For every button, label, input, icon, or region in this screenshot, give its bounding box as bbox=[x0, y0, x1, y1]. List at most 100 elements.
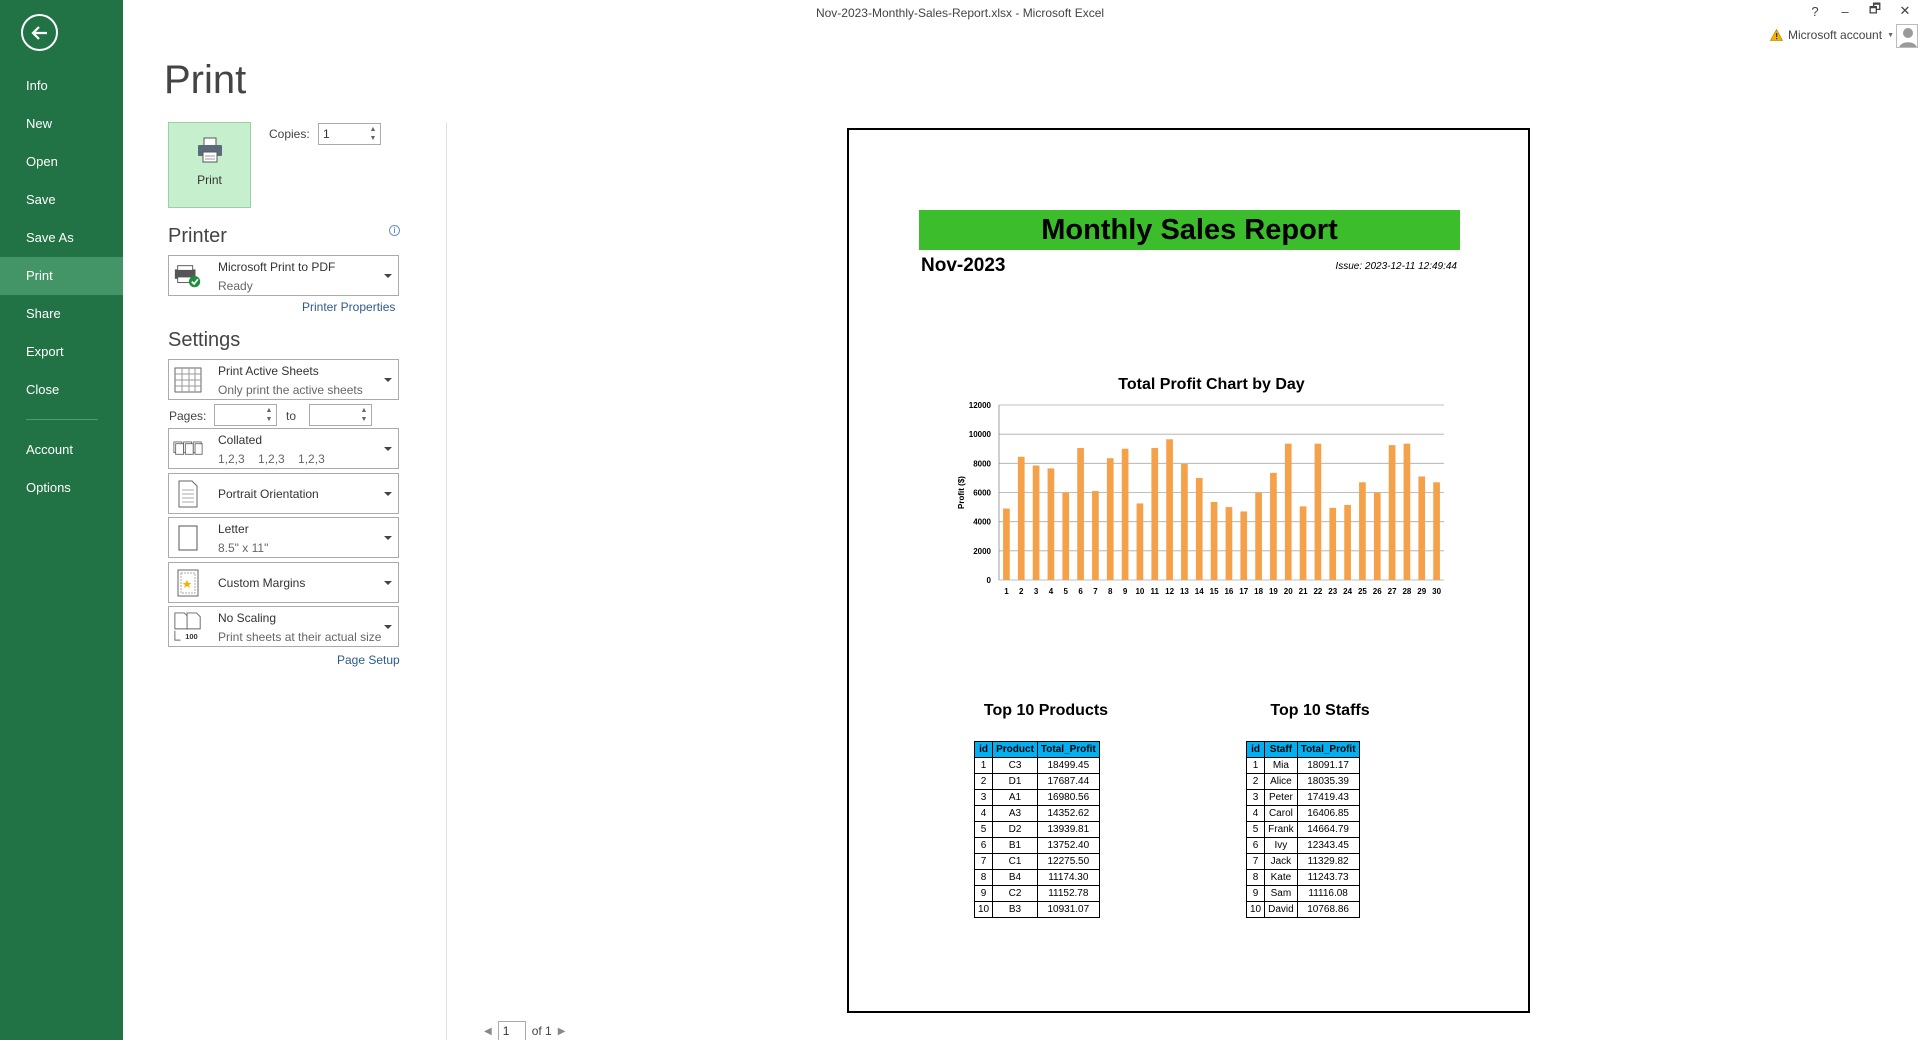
y-tick-label: 6000 bbox=[973, 489, 991, 498]
x-tick-label: 10 bbox=[1135, 587, 1144, 596]
nav-save[interactable]: Save bbox=[0, 181, 123, 219]
close-window-button[interactable]: ✕ bbox=[1890, 0, 1920, 22]
x-tick-label: 9 bbox=[1123, 587, 1128, 596]
x-tick-label: 6 bbox=[1078, 587, 1083, 596]
x-tick-label: 4 bbox=[1049, 587, 1054, 596]
report-issue-date: Issue: 2023-12-11 12:49:44 bbox=[1335, 261, 1457, 272]
table-row: 9 Sam 11116.08 bbox=[1245, 885, 1360, 902]
table-row: 4 Carol 16406.85 bbox=[1245, 805, 1360, 822]
scaling-title: No Scaling bbox=[218, 611, 277, 625]
next-page-icon[interactable]: ▶ bbox=[558, 1026, 566, 1037]
print-preview-page: Monthly Sales Report Nov-2023 Issue: 202… bbox=[847, 128, 1530, 1013]
nav-options[interactable]: Options bbox=[0, 469, 123, 507]
stepper-arrows-icon[interactable]: ▲ ▼ bbox=[366, 124, 380, 144]
copies-stepper[interactable]: 1 ▲ ▼ bbox=[318, 123, 381, 145]
pages-from-stepper[interactable]: ▲ ▼ bbox=[214, 404, 277, 426]
print-what-select[interactable]: Print Active Sheets Only print the activ… bbox=[168, 359, 399, 400]
table-row: 2 Alice 18035.39 bbox=[1245, 773, 1360, 790]
staffs-cell: 14664.79 bbox=[1296, 821, 1360, 838]
staffs-cell: Carol bbox=[1264, 805, 1298, 822]
nav-account[interactable]: Account bbox=[0, 431, 123, 469]
table-row: 7 Jack 11329.82 bbox=[1245, 853, 1360, 870]
bar bbox=[1240, 511, 1248, 580]
bar bbox=[1210, 501, 1218, 580]
margins-title: Custom Margins bbox=[218, 576, 306, 590]
x-tick-label: 23 bbox=[1328, 587, 1337, 596]
products-cell: 5 bbox=[973, 821, 994, 838]
help-button[interactable]: ? bbox=[1800, 0, 1830, 22]
pages-to-stepper[interactable]: ▲ ▼ bbox=[309, 404, 372, 426]
print-button[interactable]: Print bbox=[168, 122, 251, 208]
products-cell: 10 bbox=[973, 901, 994, 918]
x-tick-label: 5 bbox=[1064, 587, 1069, 596]
nav-new[interactable]: New bbox=[0, 105, 123, 143]
staffs-cell: Ivy bbox=[1264, 837, 1298, 854]
scaling-select[interactable]: 100 No Scaling Print sheets at their act… bbox=[168, 606, 399, 647]
products-table-title: Top 10 Products bbox=[983, 702, 1109, 719]
sheet-grid-icon bbox=[173, 365, 203, 395]
nav-share[interactable]: Share bbox=[0, 295, 123, 333]
nav-info[interactable]: Info bbox=[0, 67, 123, 105]
collate-select[interactable]: Collated 1,2,3 1,2,3 1,2,3 bbox=[168, 428, 399, 469]
x-tick-label: 24 bbox=[1343, 587, 1352, 596]
staffs-cell: 8 bbox=[1245, 869, 1266, 886]
printer-ready-icon bbox=[173, 261, 203, 291]
printer-select[interactable]: Microsoft Print to PDF Ready bbox=[168, 255, 399, 296]
products-cell: 11174.30 bbox=[1036, 869, 1100, 886]
page-setup-link[interactable]: Page Setup bbox=[337, 653, 400, 667]
bar bbox=[1181, 464, 1188, 580]
staffs-cell: 2 bbox=[1245, 773, 1266, 790]
previous-page-icon[interactable]: ◀ bbox=[484, 1026, 492, 1037]
account-menu[interactable]: Microsoft account ▼ bbox=[1770, 28, 1894, 42]
avatar[interactable] bbox=[1896, 24, 1918, 48]
nav-print[interactable]: Print bbox=[0, 257, 123, 295]
info-icon[interactable]: i bbox=[389, 225, 400, 236]
table-row: 8 B4 11174.30 bbox=[973, 869, 1100, 886]
products-header-row: id Product Total_Profit bbox=[973, 741, 1100, 758]
printer-name: Microsoft Print to PDF bbox=[218, 260, 336, 274]
y-tick-label: 12000 bbox=[969, 401, 992, 410]
nav-close[interactable]: Close bbox=[0, 371, 123, 409]
custom-margins-icon bbox=[173, 568, 203, 598]
products-cell: 7 bbox=[973, 853, 994, 870]
x-tick-label: 17 bbox=[1239, 587, 1248, 596]
paper-sub: 8.5" x 11" bbox=[218, 541, 269, 555]
print-what-title: Print Active Sheets bbox=[218, 364, 319, 378]
pages-label: Pages: bbox=[169, 409, 207, 423]
current-page-input[interactable]: 1 bbox=[497, 1021, 526, 1040]
window-controls: ? – 🗗 ✕ bbox=[1800, 0, 1920, 22]
nav-save-as[interactable]: Save As bbox=[0, 219, 123, 257]
products-cell: 12275.50 bbox=[1036, 853, 1100, 870]
nav-open[interactable]: Open bbox=[0, 143, 123, 181]
chevron-down-icon bbox=[384, 535, 392, 540]
staffs-cell: 18091.17 bbox=[1296, 757, 1360, 774]
printer-properties-link[interactable]: Printer Properties bbox=[302, 300, 395, 314]
x-tick-label: 28 bbox=[1402, 587, 1411, 596]
x-tick-label: 15 bbox=[1210, 587, 1219, 596]
bar bbox=[1106, 458, 1114, 580]
staffs-cell: 1 bbox=[1245, 757, 1266, 774]
minimize-button[interactable]: – bbox=[1830, 0, 1860, 22]
x-tick-label: 27 bbox=[1388, 587, 1397, 596]
orientation-title: Portrait Orientation bbox=[218, 487, 319, 501]
stepper-arrows-icon[interactable]: ▲ ▼ bbox=[262, 405, 276, 425]
staffs-cell: 10768.86 bbox=[1296, 901, 1360, 918]
x-tick-label: 22 bbox=[1313, 587, 1322, 596]
portrait-page-icon bbox=[173, 479, 203, 509]
nav-divider bbox=[26, 419, 98, 420]
table-row: 5 Frank 14664.79 bbox=[1245, 821, 1360, 838]
restore-button[interactable]: 🗗 bbox=[1860, 0, 1890, 22]
paper-size-select[interactable]: Letter 8.5" x 11" bbox=[168, 517, 399, 558]
nav-export[interactable]: Export bbox=[0, 333, 123, 371]
margins-select[interactable]: Custom Margins bbox=[168, 562, 399, 603]
stepper-arrows-icon[interactable]: ▲ ▼ bbox=[357, 405, 371, 425]
x-tick-label: 2 bbox=[1019, 587, 1024, 596]
table-row: 8 Kate 11243.73 bbox=[1245, 869, 1360, 886]
staffs-header-row: id Staff Total_Profit bbox=[1245, 741, 1360, 758]
x-tick-label: 3 bbox=[1034, 587, 1039, 596]
chevron-down-icon: ▼ bbox=[1887, 31, 1894, 39]
products-header-cell: id bbox=[973, 741, 994, 758]
bar bbox=[1136, 503, 1144, 580]
staffs-cell: Mia bbox=[1264, 757, 1298, 774]
orientation-select[interactable]: Portrait Orientation bbox=[168, 473, 399, 514]
